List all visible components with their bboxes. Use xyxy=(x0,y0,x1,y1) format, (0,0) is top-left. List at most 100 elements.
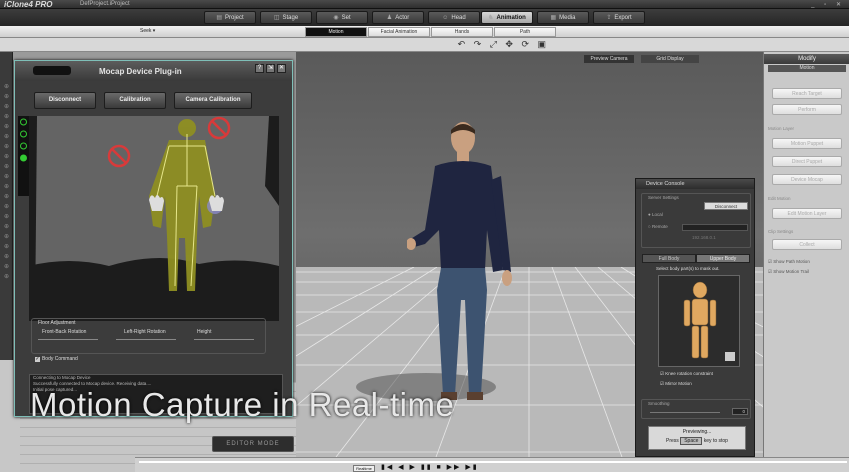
smoothing-slider[interactable] xyxy=(650,412,720,413)
set-icon: ◉ xyxy=(333,15,339,21)
actor-icon: ♟ xyxy=(386,15,393,21)
reach-target-button[interactable]: Reach Target xyxy=(772,88,842,99)
edit-motion-layer-button[interactable]: Edit Motion Layer xyxy=(772,208,842,219)
timeline-track[interactable] xyxy=(139,461,847,463)
head-icon: ☺ xyxy=(442,15,449,21)
left-right-label: Left-Right Rotation xyxy=(124,329,166,335)
title-bar: iClone4 PRO DefProject.iProject _ ▫ ✕ xyxy=(0,0,849,9)
main-tab-bar: ▤ Project ◫ Stage ◉ Set ♟ Actor ☺ Head ♞ Anima… xyxy=(0,9,849,26)
show-trail-checkbox[interactable]: ☑ Show Motion Trail xyxy=(768,269,809,275)
camera-calibration-button[interactable]: Camera Calibration xyxy=(174,92,252,109)
animation-icon: ♞ xyxy=(488,15,494,21)
local-radio[interactable]: ● Local xyxy=(648,212,663,217)
press-space-hint: Press Space key to stop xyxy=(666,437,728,445)
collect-button[interactable]: Collect xyxy=(772,239,842,250)
server-settings-label: Server Settings xyxy=(648,195,679,200)
editor-mode-button[interactable]: EDITOR MODE xyxy=(212,436,294,452)
smoothing-group: Smoothing 0 xyxy=(641,399,751,419)
body-mask-preview[interactable] xyxy=(658,275,740,367)
tab-stage[interactable]: ◫ Stage xyxy=(260,11,312,24)
calibration-button[interactable]: Calibration xyxy=(104,92,166,109)
server-settings-group: Server Settings Disconnect ● Local ○ Rem… xyxy=(641,193,751,248)
dialog-title: Mocap Device Plug-in xyxy=(99,67,182,76)
stage-icon: ◫ xyxy=(273,15,280,21)
depth-camera-view xyxy=(29,116,279,321)
3d-character[interactable] xyxy=(407,120,517,410)
expand-icons[interactable]: ⊕ ⊕ ⊕ ⊕ ⊕ ⊕ ⊕ ⊕ ⊕ ⊕ ⊕ ⊕ ⊕ ⊕ ⊕ ⊕ ⊕ ⊕ ⊕ ⊕ xyxy=(0,82,13,282)
smoothing-label: Smoothing xyxy=(648,401,670,406)
space-key: Space xyxy=(680,437,703,445)
seek-select[interactable]: Seek ▾ xyxy=(140,28,155,34)
dialog-header: Mocap Device Plug-in ? ⇲ ✕ xyxy=(15,61,292,81)
tab-animation[interactable]: ♞ Animation xyxy=(481,11,533,24)
body-command-checkbox[interactable]: ✓ xyxy=(35,357,40,362)
close-button[interactable]: ✕ xyxy=(277,64,286,73)
floor-adjustment-label: Floor Adjustment xyxy=(38,320,76,326)
upper-body-tab[interactable]: Upper Body xyxy=(696,254,750,263)
disconnect-button[interactable]: Disconnect xyxy=(34,92,96,109)
show-path-checkbox[interactable]: ☑ Show Path Motion xyxy=(768,259,810,265)
export-icon: ⇪ xyxy=(606,15,612,21)
floor-adjustment-panel: Floor Adjustment Front-Back Rotation Lef… xyxy=(31,318,266,354)
project-name: DefProject.iProject xyxy=(80,1,130,7)
mirror-motion-checkbox[interactable]: ☑ Mirror Motion xyxy=(660,381,692,387)
video-caption: Motion Capture in Real-time xyxy=(30,386,455,423)
device-console-panel: Device Console Server Settings Disconnec… xyxy=(635,178,755,457)
reset-icon[interactable] xyxy=(725,352,735,361)
left-right-slider[interactable] xyxy=(116,339,176,340)
tab-set[interactable]: ◉ Set xyxy=(316,11,368,24)
tab-media[interactable]: ▦ Media xyxy=(537,11,589,24)
transport-controls[interactable]: ▮◀ ◀ ▶ ▮▮ ■ ▶▶ ▶▮ xyxy=(381,463,479,471)
edit-motion-label: Edit Motion xyxy=(768,196,791,201)
subtab-motion[interactable]: Motion xyxy=(305,27,367,37)
toolbar-icons[interactable]: ↶ ↷ ⤢ ✥ ⟳ ▣ xyxy=(458,39,549,50)
tab-actor[interactable]: ♟ Actor xyxy=(372,11,424,24)
select-parts-label: Select body part(s) to mask out. xyxy=(656,266,720,271)
preview-status-box: Previewing... Press Space key to stop xyxy=(648,426,746,450)
mocap-device-dialog: Mocap Device Plug-in ? ⇲ ✕ Disconnect Ca… xyxy=(14,60,293,417)
remote-ip-input[interactable] xyxy=(682,224,748,231)
modify-title: Modify xyxy=(764,54,849,64)
media-icon: ▦ xyxy=(550,15,557,21)
toolbar: ↶ ↷ ⤢ ✥ ⟳ ▣ xyxy=(0,38,849,52)
previewing-label: Previewing... xyxy=(682,429,712,435)
console-disconnect-button[interactable]: Disconnect xyxy=(704,202,748,210)
console-header: Device Console xyxy=(636,179,754,189)
tab-head[interactable]: ☺ Head xyxy=(428,11,480,24)
preview-camera-tab[interactable]: Preview Camera xyxy=(584,55,634,63)
subtab-path[interactable]: Path xyxy=(494,27,556,37)
motion-puppet-button[interactable]: Motion Puppet xyxy=(772,138,842,149)
full-body-tab[interactable]: Full Body xyxy=(642,254,696,263)
mannequin-figure xyxy=(683,281,735,361)
front-back-label: Front-Back Rotation xyxy=(42,329,87,335)
modify-dropdown[interactable]: Motion xyxy=(768,65,846,72)
kinect-sensor-icon xyxy=(33,66,71,75)
motion-layer-label: Motion Layer xyxy=(768,126,795,131)
height-slider[interactable] xyxy=(194,339,254,340)
timeline-bar: Realtime ▮◀ ◀ ▶ ▮▮ ■ ▶▶ ▶▮ xyxy=(135,457,849,472)
height-label: Height xyxy=(197,329,212,335)
smoothing-value[interactable]: 0 xyxy=(732,408,748,415)
window-controls[interactable]: _ ▫ ✕ xyxy=(811,1,845,8)
realtime-dropdown[interactable]: Realtime xyxy=(353,465,375,472)
ip-address: 192.168.0.1 xyxy=(692,235,716,240)
remote-radio[interactable]: ○ Remote xyxy=(648,224,668,229)
modify-panel: Modify Motion Reach Target Perform Motio… xyxy=(763,52,849,472)
knee-constraint-checkbox[interactable]: ☑ Knee rotation constraint xyxy=(660,371,713,377)
restore-button[interactable]: ⇲ xyxy=(266,64,275,73)
direct-puppet-button[interactable]: Direct Puppet xyxy=(772,156,842,167)
body-command-label: Body Command xyxy=(41,356,78,362)
front-back-slider[interactable] xyxy=(38,339,98,340)
subtab-hands[interactable]: Hands xyxy=(431,27,493,37)
tab-project[interactable]: ▤ Project xyxy=(204,11,256,24)
clip-settings-label: Clip Settings xyxy=(768,229,794,234)
camera-side-icons xyxy=(18,116,29,196)
device-mocap-button[interactable]: Device Mocap xyxy=(772,174,842,185)
grid-display-tab[interactable]: Grid Display xyxy=(641,55,699,63)
subtab-facial-animation[interactable]: Facial Animation xyxy=(368,27,430,37)
project-icon: ▤ xyxy=(216,15,222,21)
tab-export[interactable]: ⇪ Export xyxy=(593,11,645,24)
body-command-row[interactable]: ✓ Body Command xyxy=(35,355,78,362)
perform-button[interactable]: Perform xyxy=(772,104,842,115)
help-button[interactable]: ? xyxy=(255,64,264,73)
